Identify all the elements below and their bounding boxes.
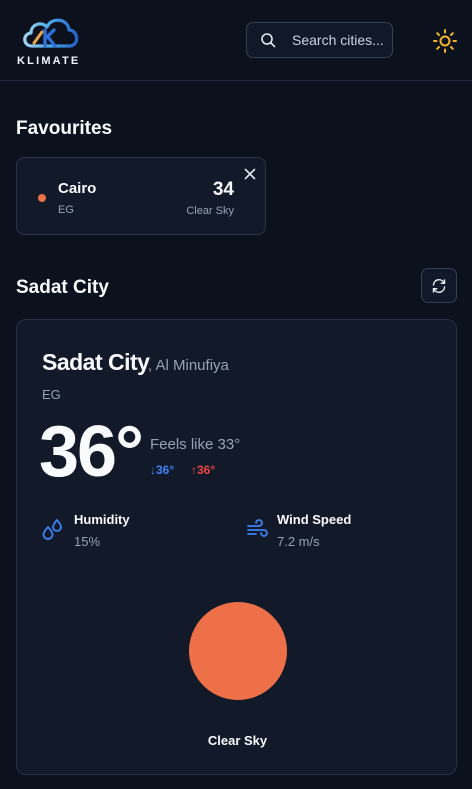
search-button[interactable]: Search cities... bbox=[246, 22, 393, 58]
min-temperature: ↓36° bbox=[150, 463, 175, 477]
favourite-country: EG bbox=[58, 204, 74, 216]
city-name: Sadat City bbox=[42, 349, 150, 375]
current-location-title: Sadat City bbox=[16, 277, 109, 298]
humidity-value: 15% bbox=[74, 534, 101, 549]
weather-condition: Clear Sky bbox=[207, 733, 268, 748]
search-placeholder: Search cities... bbox=[292, 32, 384, 48]
klimate-logo[interactable]: KLIMATE bbox=[16, 12, 88, 68]
humidity-label: Humidity bbox=[74, 512, 130, 527]
sun-theme-toggle-icon[interactable] bbox=[431, 27, 459, 55]
wind-icon bbox=[247, 519, 268, 537]
favourite-description: Clear Sky bbox=[186, 205, 234, 217]
current-temperature: 36° bbox=[39, 412, 144, 492]
wind-speed-label: Wind Speed bbox=[277, 512, 352, 527]
wind-speed-value: 7.2 m/s bbox=[277, 534, 320, 549]
refresh-icon bbox=[432, 278, 446, 293]
app-header: KLIMATE Search cities... bbox=[0, 0, 472, 81]
favourite-card-cairo[interactable]: Cairo EG 34 Clear Sky bbox=[16, 157, 266, 235]
logo-text: KLIMATE bbox=[17, 55, 81, 67]
feels-like: Feels like 33° bbox=[150, 436, 241, 453]
humidity-droplets-icon bbox=[42, 519, 62, 540]
weather-status-dot bbox=[38, 194, 46, 202]
clear-sky-sun-icon bbox=[189, 602, 287, 700]
cloud-logo-icon bbox=[23, 18, 79, 48]
country-code: EG bbox=[42, 387, 61, 402]
region-name: , Al Minufiya bbox=[148, 357, 229, 374]
favourites-title: Favourites bbox=[16, 118, 113, 139]
remove-favourite-close-icon[interactable] bbox=[244, 168, 256, 180]
favourite-city: Cairo bbox=[58, 180, 97, 197]
refresh-button[interactable] bbox=[421, 268, 457, 303]
current-weather-card: Sadat City , Al Minufiya EG 36° Feels li… bbox=[16, 319, 457, 775]
search-icon bbox=[261, 33, 276, 48]
max-temperature: ↑36° bbox=[191, 463, 216, 477]
favourite-temperature: 34 bbox=[212, 179, 234, 200]
